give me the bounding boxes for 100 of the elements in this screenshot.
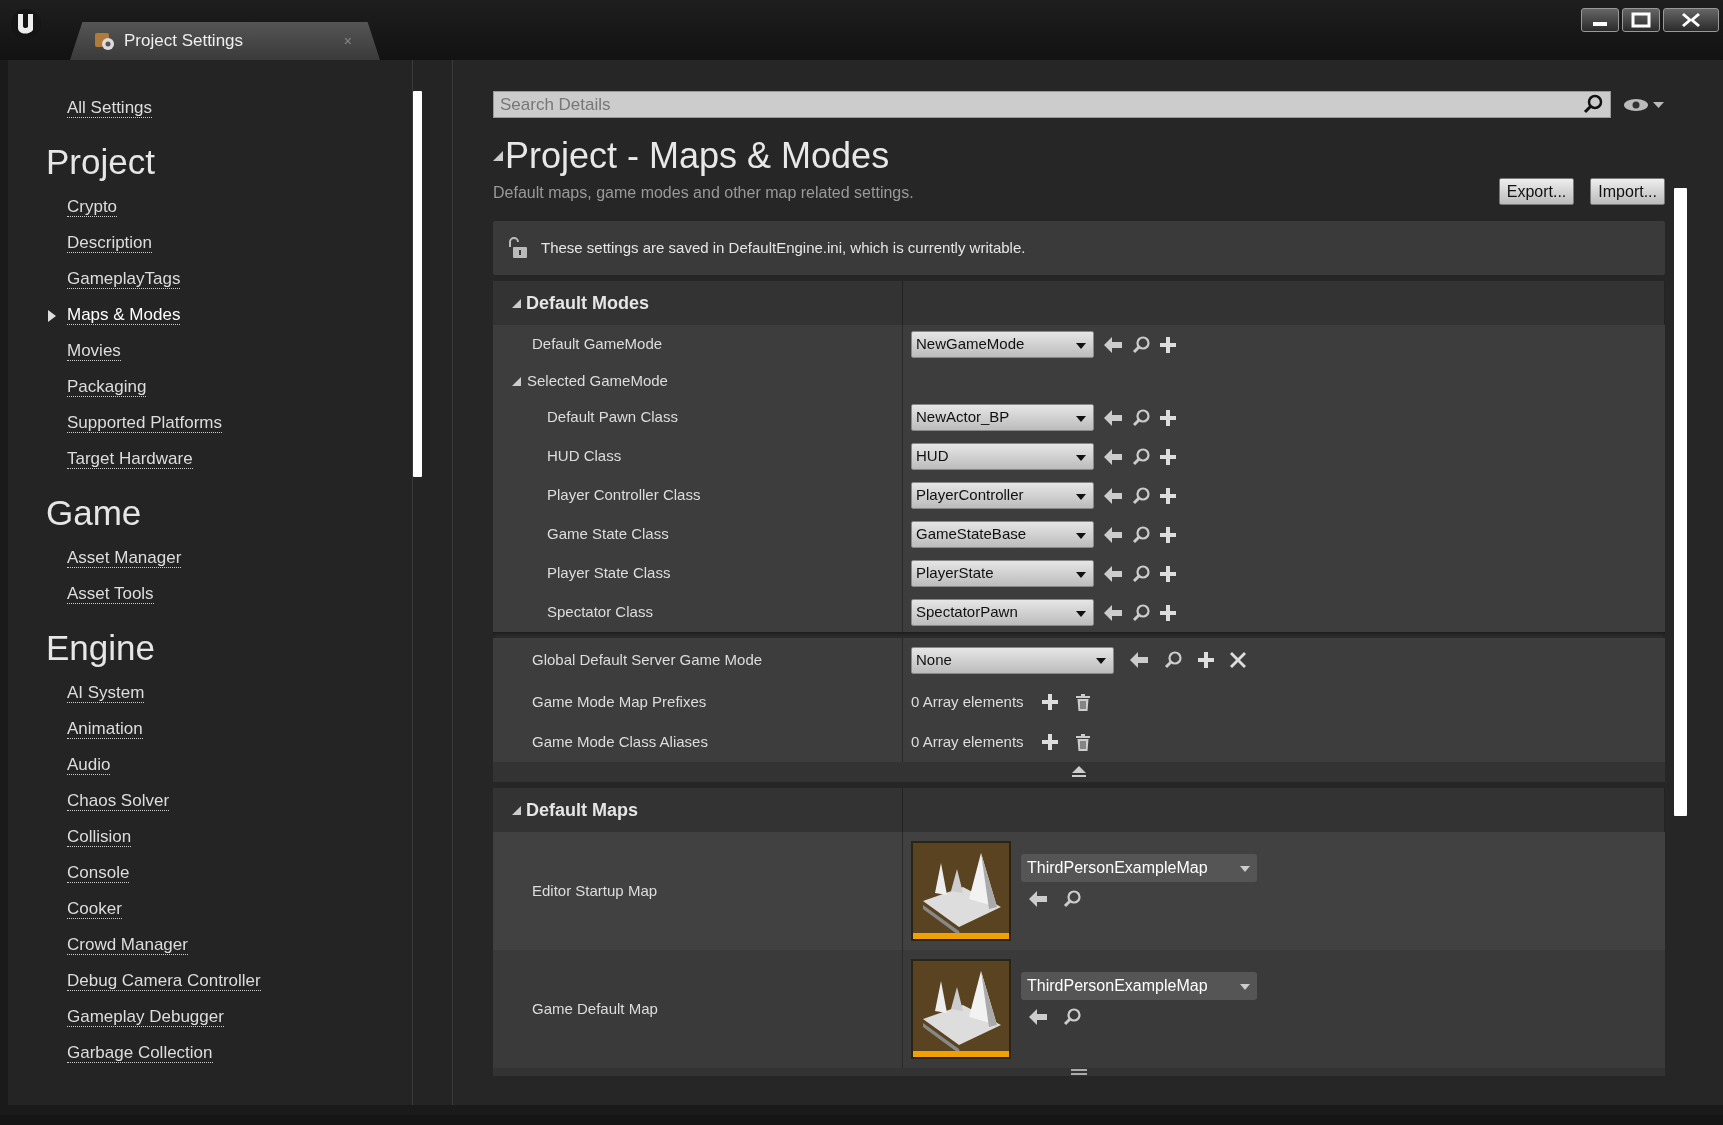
property-label: Game Default Map bbox=[532, 998, 658, 1019]
plus-icon[interactable] bbox=[1160, 604, 1176, 621]
sidebar-link[interactable]: Asset Tools bbox=[67, 583, 154, 605]
plus-icon[interactable] bbox=[1041, 694, 1058, 711]
search-field[interactable]: Search Details bbox=[493, 91, 1611, 118]
back-arrow-icon[interactable] bbox=[1104, 486, 1122, 505]
sidebar-link[interactable]: Asset Manager bbox=[67, 547, 182, 569]
search-icon[interactable] bbox=[1063, 1008, 1081, 1027]
sidebar-link[interactable]: Maps & Modes bbox=[67, 304, 181, 326]
class-dropdown[interactable]: PlayerController bbox=[911, 482, 1094, 510]
class-dropdown[interactable]: PlayerState bbox=[911, 560, 1094, 588]
class-dropdown[interactable]: GameStateBase bbox=[911, 521, 1094, 549]
property-label: Game Mode Map Prefixes bbox=[532, 691, 707, 712]
plus-icon[interactable] bbox=[1041, 734, 1058, 751]
search-icon[interactable] bbox=[1164, 651, 1182, 670]
sidebar-link[interactable]: Collision bbox=[67, 826, 132, 848]
sidebar-link[interactable]: Chaos Solver bbox=[67, 790, 170, 812]
property-label: Default GameMode bbox=[532, 334, 663, 355]
maximize-button[interactable] bbox=[1622, 8, 1660, 32]
plus-icon[interactable] bbox=[1160, 336, 1176, 353]
group-label: Selected GameMode bbox=[527, 370, 668, 391]
search-icon[interactable] bbox=[1063, 890, 1081, 909]
sidebar-link[interactable]: Crypto bbox=[67, 196, 118, 218]
expand-caret-icon[interactable] bbox=[511, 298, 521, 309]
sidebar-link[interactable]: Gameplay Debugger bbox=[67, 1006, 224, 1028]
back-arrow-icon[interactable] bbox=[1029, 890, 1047, 909]
back-arrow-icon[interactable] bbox=[1104, 603, 1122, 622]
expand-caret-icon[interactable] bbox=[511, 376, 521, 387]
search-icon[interactable] bbox=[1132, 335, 1150, 354]
sidebar-link[interactable]: Cooker bbox=[67, 898, 122, 920]
notice-text: These settings are saved in DefaultEngine.ini, which is currently writable. bbox=[541, 237, 1026, 258]
sidebar-link[interactable]: AI System bbox=[67, 682, 145, 704]
back-arrow-icon[interactable] bbox=[1029, 1008, 1047, 1027]
sidebar-link[interactable]: All Settings bbox=[67, 97, 153, 119]
sidebar-link[interactable]: GameplayTags bbox=[67, 268, 181, 290]
close-icon[interactable] bbox=[1230, 652, 1246, 669]
back-arrow-icon[interactable] bbox=[1104, 408, 1122, 427]
sidebar-link[interactable]: Crowd Manager bbox=[67, 934, 188, 956]
property-label: Game State Class bbox=[547, 524, 669, 545]
map-dropdown[interactable]: ThirdPersonExampleMap bbox=[1021, 972, 1257, 1001]
map-asset-icon bbox=[911, 959, 1011, 1060]
action-button[interactable]: Import... bbox=[1590, 178, 1665, 206]
eye-icon[interactable] bbox=[1623, 96, 1665, 113]
back-arrow-icon[interactable] bbox=[1104, 447, 1122, 466]
sidebar-link[interactable]: Debug Camera Controller bbox=[67, 970, 261, 992]
plus-icon[interactable] bbox=[1160, 487, 1176, 504]
settings-icon bbox=[94, 30, 116, 52]
plus-icon[interactable] bbox=[1198, 652, 1214, 669]
trash-icon[interactable] bbox=[1075, 693, 1090, 711]
section-heading: Engine bbox=[46, 630, 156, 665]
document-tab[interactable]: Project Settings × bbox=[70, 22, 380, 60]
action-button[interactable]: Export... bbox=[1498, 178, 1575, 206]
sidebar-link[interactable]: Garbage Collection bbox=[67, 1042, 213, 1064]
search-icon[interactable] bbox=[1132, 408, 1150, 427]
sidebar-link[interactable]: Description bbox=[67, 232, 153, 254]
caret-icon bbox=[1095, 655, 1107, 666]
class-dropdown[interactable]: NewGameMode bbox=[911, 331, 1094, 359]
plus-icon[interactable] bbox=[1160, 448, 1176, 465]
class-dropdown[interactable]: NewActor_BP bbox=[911, 404, 1094, 432]
trash-icon[interactable] bbox=[1075, 733, 1090, 751]
search-icon[interactable] bbox=[1583, 94, 1603, 114]
property-label: Default Pawn Class bbox=[547, 407, 678, 428]
property-label: Editor Startup Map bbox=[532, 880, 658, 901]
maximize-icon bbox=[1631, 12, 1651, 28]
resize-handle-icon[interactable] bbox=[1071, 1069, 1087, 1076]
back-arrow-icon[interactable] bbox=[1104, 335, 1122, 354]
class-dropdown[interactable]: None bbox=[911, 646, 1114, 674]
scrollbar-thumb[interactable] bbox=[1674, 188, 1687, 816]
scrollbar-thumb[interactable] bbox=[413, 91, 422, 477]
property-label: Spectator Class bbox=[547, 602, 653, 623]
collapse-caret-icon[interactable] bbox=[493, 151, 503, 161]
tab-title: Project Settings bbox=[124, 30, 244, 53]
plus-icon[interactable] bbox=[1160, 565, 1176, 582]
sidebar-link[interactable]: Audio bbox=[67, 754, 111, 776]
class-dropdown[interactable]: SpectatorPawn bbox=[911, 599, 1094, 627]
search-icon[interactable] bbox=[1132, 603, 1150, 622]
collapse-handle-icon[interactable] bbox=[1071, 766, 1087, 779]
sidebar-link[interactable]: Console bbox=[67, 862, 130, 884]
map-dropdown[interactable]: ThirdPersonExampleMap bbox=[1021, 854, 1257, 883]
plus-icon[interactable] bbox=[1160, 409, 1176, 426]
back-arrow-icon[interactable] bbox=[1130, 651, 1148, 670]
page-description: Default maps, game modes and other map related settings. bbox=[493, 183, 914, 204]
search-icon[interactable] bbox=[1132, 525, 1150, 544]
search-icon[interactable] bbox=[1132, 564, 1150, 583]
back-arrow-icon[interactable] bbox=[1104, 525, 1122, 544]
expand-caret-icon[interactable] bbox=[511, 805, 521, 816]
search-icon[interactable] bbox=[1132, 486, 1150, 505]
sidebar-link[interactable]: Packaging bbox=[67, 376, 147, 398]
class-dropdown[interactable]: HUD bbox=[911, 443, 1094, 471]
back-arrow-icon[interactable] bbox=[1104, 564, 1122, 583]
sidebar-link[interactable]: Movies bbox=[67, 340, 121, 362]
sidebar-link[interactable]: Supported Platforms bbox=[67, 412, 222, 434]
minimize-button[interactable] bbox=[1581, 8, 1619, 32]
property-label: HUD Class bbox=[547, 446, 622, 467]
close-button[interactable] bbox=[1663, 8, 1719, 32]
search-icon[interactable] bbox=[1132, 447, 1150, 466]
array-count: 0 Array elements bbox=[911, 731, 1024, 752]
sidebar-link[interactable]: Target Hardware bbox=[67, 448, 193, 470]
plus-icon[interactable] bbox=[1160, 526, 1176, 543]
sidebar-link[interactable]: Animation bbox=[67, 718, 143, 740]
